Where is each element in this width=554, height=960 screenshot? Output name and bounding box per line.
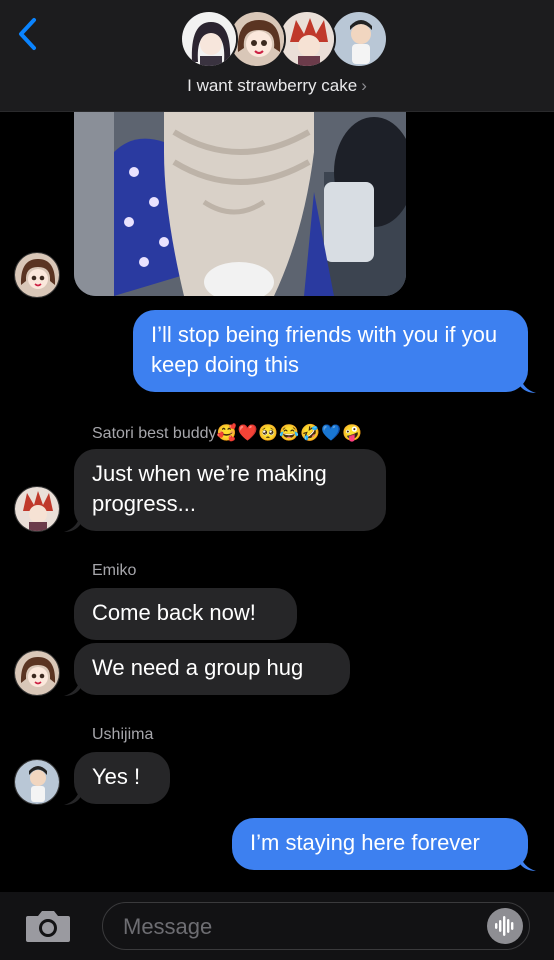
message-bubble-incoming[interactable]: Just when we’re making progress... (74, 449, 386, 531)
sender-name: Emiko (92, 562, 137, 579)
message-bubble-incoming[interactable]: Yes ! (74, 752, 170, 804)
avatar-emiko-small[interactable] (14, 650, 60, 696)
avatar-emiko-small[interactable] (14, 252, 60, 298)
waveform-icon (495, 916, 514, 936)
avatar-ushijima (330, 10, 388, 68)
avatar-satori-small[interactable] (14, 486, 60, 532)
bubble-tail (64, 516, 80, 532)
bubble-tail (520, 377, 536, 393)
compose-bar (0, 892, 554, 960)
message-bubble-incoming[interactable]: Come back now! (74, 588, 297, 640)
message-bubble-incoming[interactable]: We need a group hug (74, 643, 350, 695)
sender-emojis: 🥰❤️🥺😂🤣💙🤪 (216, 425, 363, 442)
message-text: Yes ! (92, 764, 141, 789)
audio-message-button[interactable] (487, 908, 523, 944)
message-bubble-outgoing[interactable]: I’ll stop being friends with you if you … (133, 310, 528, 392)
sender-name: Satori best buddy🥰❤️🥺😂🤣💙🤪 (92, 423, 363, 443)
group-name-button[interactable]: I want strawberry cake › (0, 76, 554, 96)
message-bubble-outgoing[interactable]: I’m staying here forever (232, 818, 528, 870)
sender-name: Ushijima (92, 726, 154, 743)
message-input[interactable] (123, 911, 463, 943)
message-text: I’ll stop being friends with you if you … (151, 322, 498, 377)
camera-button[interactable] (24, 908, 72, 944)
message-list[interactable]: I’ll stop being friends with you if you … (0, 112, 554, 892)
avatar-satori (278, 10, 336, 68)
photo-image (74, 112, 406, 296)
chevron-right-icon: › (361, 76, 367, 95)
message-field[interactable] (102, 902, 530, 950)
image-message[interactable] (74, 112, 406, 296)
group-avatars[interactable] (180, 10, 388, 70)
bubble-tail (64, 789, 80, 805)
group-name: I want strawberry cake (187, 76, 358, 95)
message-text: Just when we’re making progress... (92, 461, 327, 516)
avatar-member (180, 10, 238, 68)
message-text: Come back now! (92, 600, 256, 625)
back-button[interactable] (14, 14, 44, 54)
bubble-tail (520, 855, 536, 871)
chevron-left-icon (19, 18, 36, 50)
bubble-tail (64, 680, 80, 696)
conversation-header: I want strawberry cake › (0, 0, 554, 112)
camera-icon (26, 911, 70, 942)
message-text: I’m staying here forever (250, 830, 480, 855)
message-text: We need a group hug (92, 655, 304, 680)
sender-name-text: Satori best buddy (92, 425, 217, 442)
avatar-ushijima-small[interactable] (14, 759, 60, 805)
